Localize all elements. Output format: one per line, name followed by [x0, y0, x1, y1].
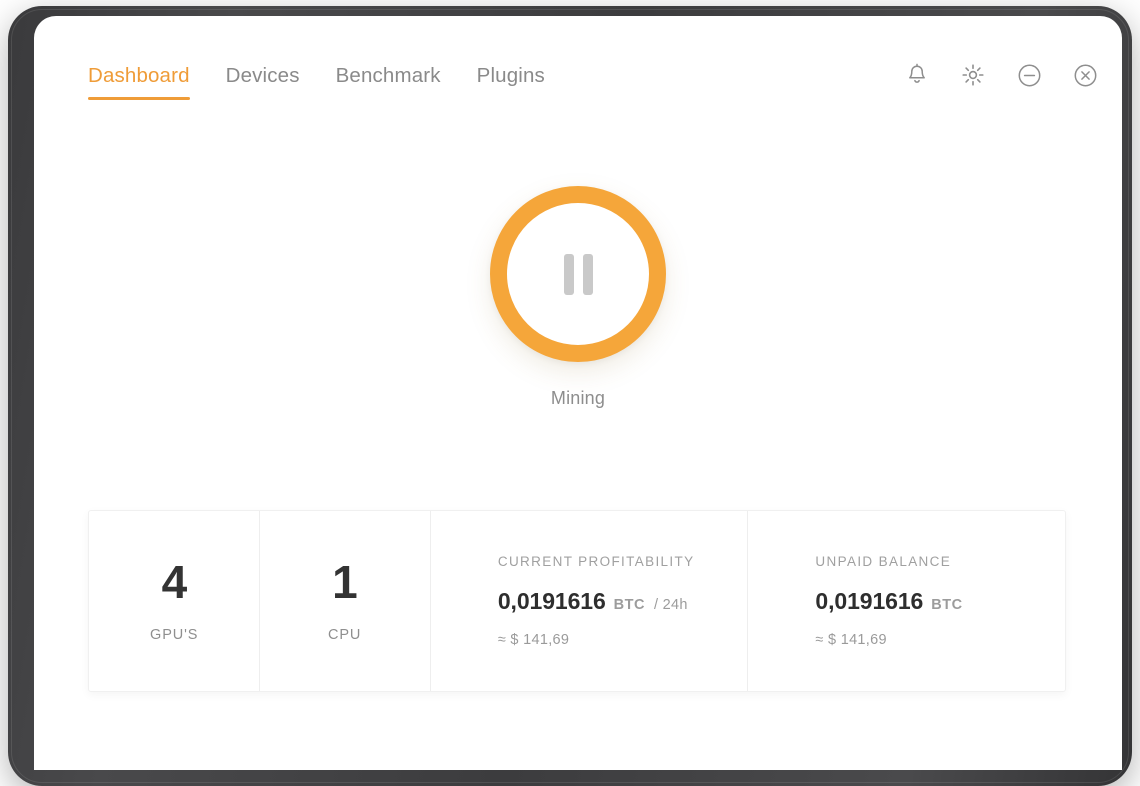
cpu-count-value: 1 — [332, 556, 358, 608]
profitability-fiat-approx: ≈ $ 141,69 — [497, 632, 570, 648]
profitability-value: 0,0191616 — [497, 588, 606, 614]
stat-unpaid-balance: UNPAID BALANCE 0,0191616 BTC ≈ $ 141,69 — [747, 511, 1065, 691]
tab-devices[interactable]: Devices — [226, 64, 300, 100]
unpaid-balance-value: 0,0191616 — [815, 588, 924, 614]
profitability-unit: BTC — [613, 597, 645, 613]
footer-cutoff-row: Hashrate Mining details — [88, 768, 1066, 770]
stat-gpu-count: 4 GPU'S — [89, 511, 259, 691]
footer-right-label: Mining details — [956, 768, 1066, 770]
unpaid-balance-amount-row: 0,0191616 BTC — [815, 588, 1065, 615]
window-controls — [902, 60, 1100, 90]
gear-icon[interactable] — [958, 60, 988, 90]
tab-plugins[interactable]: Plugins — [477, 64, 545, 100]
unpaid-balance-unit: BTC — [931, 597, 963, 613]
mining-toggle-wrapper — [490, 186, 666, 362]
app-window: Dashboard Devices Benchmark Plugins Mini… — [34, 16, 1122, 770]
minimize-icon[interactable] — [1014, 60, 1044, 90]
gpu-count-label: GPU'S — [150, 627, 199, 643]
gpu-count-value: 4 — [161, 556, 188, 608]
profitability-period: / 24h — [653, 597, 688, 613]
tab-benchmark[interactable]: Benchmark — [336, 64, 441, 100]
profitability-amount-row: 0,0191616 BTC / 24h — [498, 588, 748, 615]
mining-status-label: Mining — [550, 388, 606, 408]
stat-cpu-count: 1 CPU — [259, 511, 429, 691]
mining-control-section: Mining — [34, 186, 1122, 409]
mining-toggle-button[interactable] — [490, 186, 666, 362]
unpaid-balance-title: UNPAID BALANCE — [815, 554, 952, 569]
device-bezel: Dashboard Devices Benchmark Plugins Mini… — [8, 6, 1132, 786]
bell-icon[interactable] — [902, 60, 932, 90]
main-navigation: Dashboard Devices Benchmark Plugins — [88, 64, 545, 100]
app-header: Dashboard Devices Benchmark Plugins — [34, 16, 1122, 136]
tab-dashboard[interactable]: Dashboard — [88, 64, 190, 100]
stat-current-profitability: CURRENT PROFITABILITY 0,0191616 BTC / 24… — [429, 511, 748, 691]
close-icon[interactable] — [1070, 60, 1100, 90]
stats-summary-card: 4 GPU'S 1 CPU CURRENT PROFITABILITY 0,01… — [88, 510, 1066, 692]
unpaid-balance-fiat-approx: ≈ $ 141,69 — [815, 632, 887, 648]
cpu-count-label: CPU — [327, 627, 362, 643]
profitability-title: CURRENT PROFITABILITY — [497, 554, 695, 569]
pause-icon — [563, 253, 593, 295]
footer-left-label: Hashrate — [88, 768, 161, 770]
